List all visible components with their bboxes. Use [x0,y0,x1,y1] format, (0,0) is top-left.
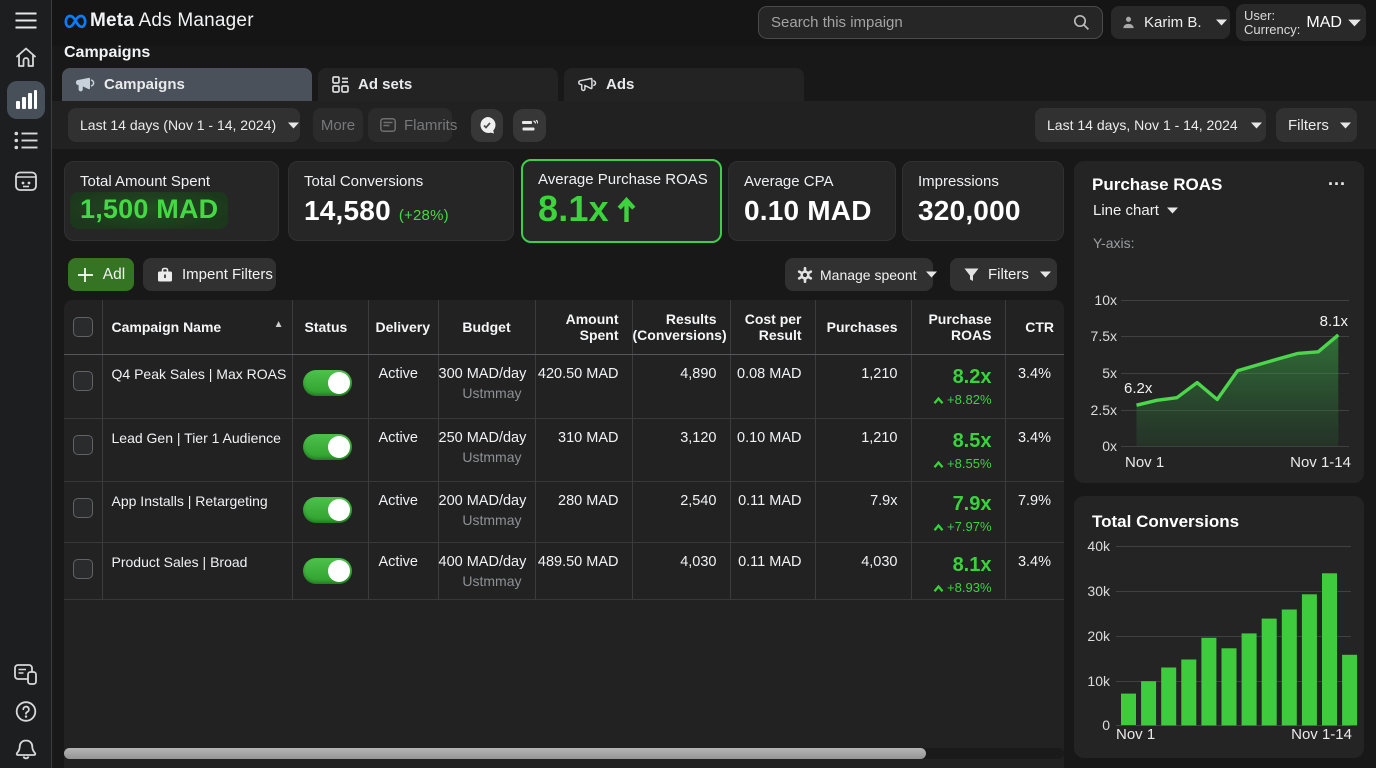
svg-text:40k: 40k [1087,540,1111,554]
svg-text:30k: 30k [1087,583,1111,599]
svg-text:6.2x: 6.2x [1124,380,1153,397]
svg-text:0x: 0x [1102,438,1117,454]
svg-text:0: 0 [1102,717,1110,733]
svg-text:10k: 10k [1087,673,1111,689]
svg-text:5x: 5x [1102,365,1117,381]
svg-text:2.5x: 2.5x [1091,402,1117,418]
svg-text:20k: 20k [1087,628,1111,644]
svg-text:8.1x: 8.1x [1320,313,1349,330]
svg-text:7.5x: 7.5x [1091,328,1117,344]
svg-text:10x: 10x [1094,292,1117,308]
